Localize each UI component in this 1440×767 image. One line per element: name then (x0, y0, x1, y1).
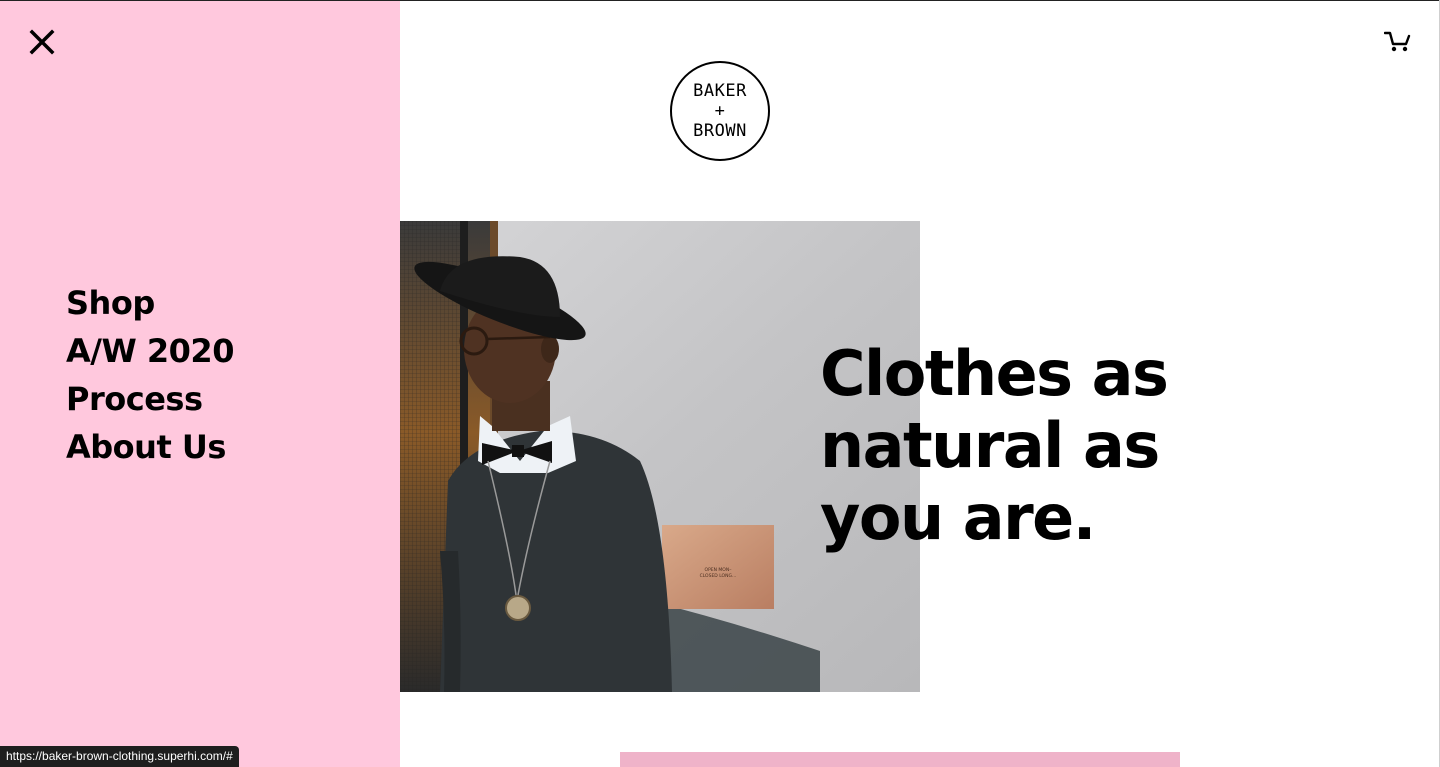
menu-list: Shop A/W 2020 Process About Us (66, 279, 234, 471)
menu-item-about-us[interactable]: About Us (66, 423, 234, 471)
menu-item-shop[interactable]: Shop (66, 279, 234, 327)
page: Shop A/W 2020 Process About Us BAKER + B… (0, 0, 1440, 767)
menu-item-aw-2020[interactable]: A/W 2020 (66, 327, 234, 375)
hero-heading: Clothes as natural as you are. (820, 337, 1169, 554)
top-divider (0, 0, 1440, 1)
close-icon (29, 29, 55, 55)
cart-button[interactable] (1383, 28, 1412, 54)
next-section-block (620, 752, 1180, 767)
side-menu: Shop A/W 2020 Process About Us (0, 0, 400, 767)
brand-logo[interactable]: BAKER + BROWN (670, 61, 770, 161)
close-menu-button[interactable] (26, 26, 58, 58)
cart-icon (1383, 31, 1411, 52)
status-bar-url: https://baker-brown-clothing.superhi.com… (0, 746, 239, 767)
menu-item-process[interactable]: Process (66, 375, 234, 423)
logo-line-1: BAKER (693, 81, 747, 101)
plaque-line-1: OPEN MON– (705, 567, 733, 573)
plaque-line-2: CLOSED LONG… (700, 573, 737, 579)
logo-line-3: BROWN (693, 121, 747, 141)
logo-line-2: + (714, 101, 726, 121)
